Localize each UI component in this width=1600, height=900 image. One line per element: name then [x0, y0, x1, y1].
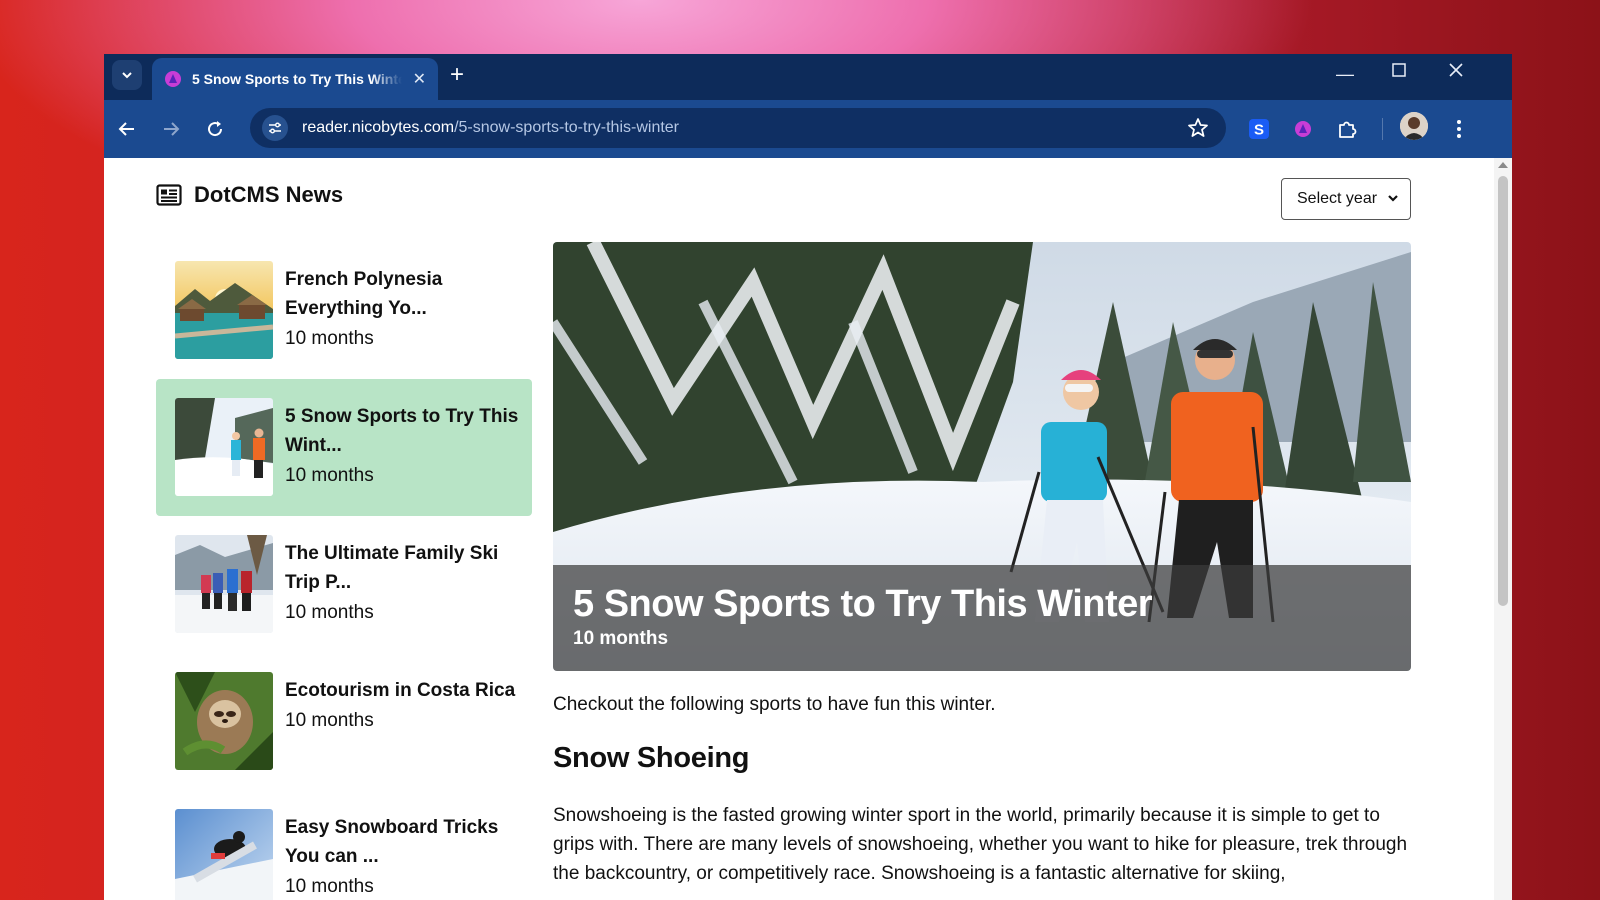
post-thumbnail	[175, 261, 273, 359]
kebab-menu-icon[interactable]	[1444, 114, 1474, 144]
post-title: French Polynesia Everything Yo...	[285, 269, 443, 319]
post-title: 5 Snow Sports to Try This Wint...	[285, 406, 519, 456]
address-bar[interactable]: reader.nicobytes.com/5-snow-sports-to-tr…	[250, 108, 1226, 148]
year-select-label: Select year	[1297, 190, 1378, 207]
chevron-down-icon	[1388, 195, 1398, 202]
list-item[interactable]: French Polynesia Everything Yo... 10 mon…	[156, 242, 532, 379]
post-age: 10 months	[285, 602, 374, 623]
scroll-up-arrow-icon[interactable]	[1498, 162, 1508, 168]
extension-icon[interactable]	[1288, 114, 1318, 144]
post-age: 10 months	[285, 328, 374, 349]
year-select[interactable]: Select year	[1281, 178, 1411, 220]
page-viewport: DotCMS News Select year French Polynesia…	[104, 158, 1512, 900]
post-title: The Ultimate Family Ski Trip P...	[285, 543, 499, 593]
newspaper-icon	[156, 184, 182, 206]
chevron-down-icon	[122, 72, 132, 79]
minimize-icon[interactable]: —	[1336, 64, 1354, 85]
hero-image: 5 Snow Sports to Try This Winter 10 mont…	[553, 242, 1411, 671]
url-host: reader.nicobytes.com	[302, 119, 455, 136]
tab-active[interactable]: 5 Snow Sports to Try This Winter ✕	[152, 58, 438, 100]
url-text: reader.nicobytes.com/5-snow-sports-to-tr…	[302, 119, 679, 137]
s-extension-icon[interactable]: S	[1244, 114, 1274, 144]
tab-close-icon[interactable]: ✕	[413, 69, 426, 89]
scrollbar[interactable]	[1494, 158, 1512, 900]
article-age: 10 months	[573, 628, 669, 649]
window-close-icon[interactable]	[1448, 62, 1464, 83]
post-age: 10 months	[285, 465, 374, 486]
site-favicon-icon	[165, 71, 181, 87]
scroll-thumb[interactable]	[1498, 176, 1508, 606]
post-age: 10 months	[285, 710, 374, 731]
post-list: French Polynesia Everything Yo... 10 mon…	[156, 242, 532, 900]
list-item[interactable]: Ecotourism in Costa Rica 10 months	[156, 653, 532, 790]
post-age: 10 months	[285, 876, 374, 897]
post-thumbnail	[175, 398, 273, 496]
maximize-icon[interactable]	[1391, 62, 1407, 83]
post-thumbnail	[175, 535, 273, 633]
tab-search-button[interactable]	[112, 60, 142, 90]
section-heading: Snow Shoeing	[553, 742, 750, 774]
post-title: Easy Snowboard Tricks You can ...	[285, 817, 499, 867]
post-thumbnail	[175, 672, 273, 770]
article-paragraph: Snowshoeing is the fasted growing winter…	[553, 805, 1408, 884]
browser-toolbar: reader.nicobytes.com/5-snow-sports-to-tr…	[104, 100, 1512, 158]
puzzle-icon[interactable]	[1332, 114, 1362, 144]
forward-arrow-icon[interactable]	[156, 114, 186, 144]
article-body: Checkout the following sports to have fu…	[553, 690, 1423, 888]
back-arrow-icon[interactable]	[112, 114, 142, 144]
site-header: DotCMS News	[156, 182, 343, 208]
site-info-icon[interactable]	[262, 115, 288, 141]
list-item[interactable]: Easy Snowboard Tricks You can ... 10 mon…	[156, 790, 532, 900]
avatar[interactable]	[1400, 112, 1428, 140]
toolbar-divider	[1382, 118, 1383, 140]
article-intro: Checkout the following sports to have fu…	[553, 694, 996, 715]
list-item[interactable]: The Ultimate Family Ski Trip P... 10 mon…	[156, 516, 532, 653]
tab-title: 5 Snow Sports to Try This Winter	[192, 71, 402, 87]
title-bar: 5 Snow Sports to Try This Winter ✕ + —	[104, 54, 1512, 100]
reload-icon[interactable]	[200, 114, 230, 144]
brand-title: DotCMS News	[194, 182, 344, 207]
new-tab-plus-icon[interactable]: +	[450, 62, 464, 88]
star-icon[interactable]	[1186, 116, 1210, 145]
url-path: /5-snow-sports-to-try-this-winter	[454, 119, 680, 136]
browser-window: 5 Snow Sports to Try This Winter ✕ + — r…	[104, 54, 1512, 900]
hero-caption: 5 Snow Sports to Try This Winter 10 mont…	[553, 565, 1411, 671]
post-title: Ecotourism in Costa Rica	[285, 680, 516, 701]
post-thumbnail	[175, 809, 273, 900]
svg-text:S: S	[1254, 122, 1264, 139]
list-item[interactable]: 5 Snow Sports to Try This Wint... 10 mon…	[156, 379, 532, 516]
article-title: 5 Snow Sports to Try This Winter	[573, 583, 1153, 625]
